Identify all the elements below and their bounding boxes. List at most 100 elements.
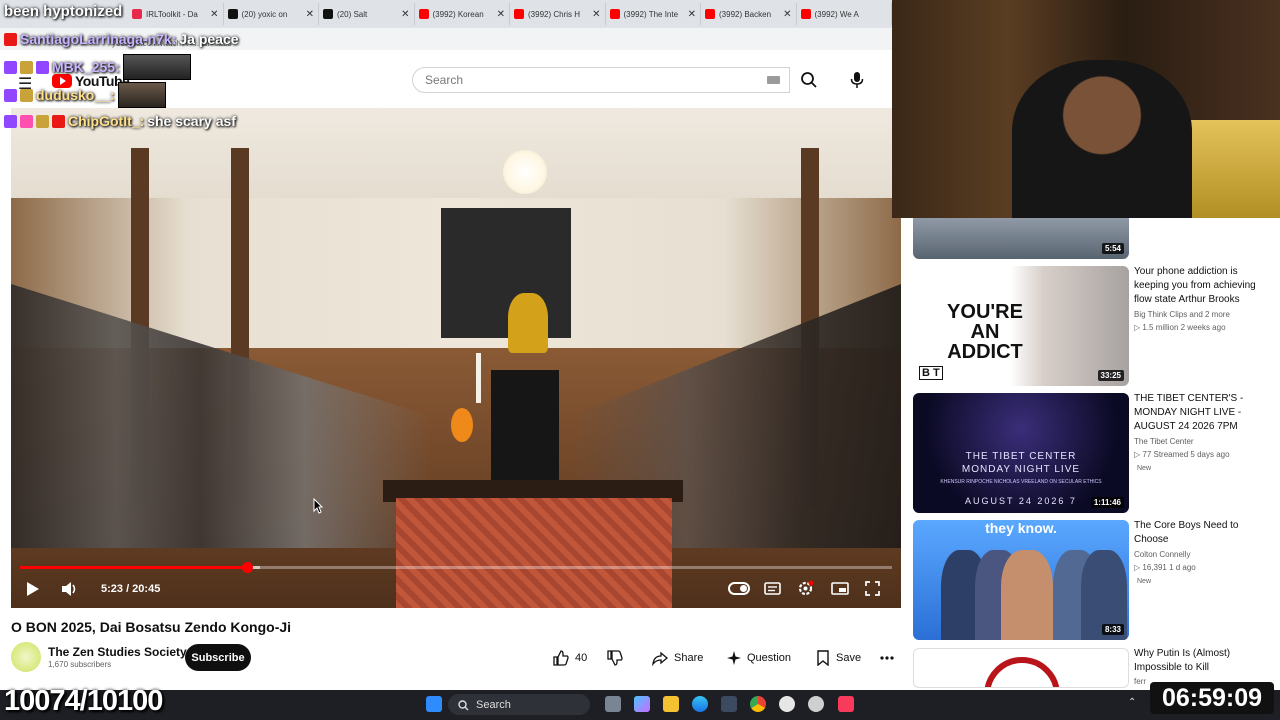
close-icon[interactable]: ✕: [783, 9, 791, 20]
close-icon[interactable]: ✕: [306, 9, 314, 20]
channel-avatar[interactable]: [11, 642, 41, 672]
recommendation-thumbnail[interactable]: they know. 8:33: [913, 520, 1129, 640]
stream-caption: been hyptonized: [4, 3, 123, 20]
thumbnail-text: MONDAY NIGHT LIVE: [961, 464, 1081, 475]
streamer-webcam: [892, 0, 1280, 218]
like-count: 40: [575, 652, 588, 664]
browser-tab[interactable]: (3992) We A: [797, 3, 892, 25]
recommendation-title[interactable]: Why Putin Is (Almost) Impossible to Kill: [1134, 647, 1270, 675]
play-button[interactable]: [26, 581, 40, 602]
thumbnail-text: THE TIBET CENTER: [965, 451, 1077, 462]
settings-button[interactable]: [797, 580, 814, 602]
fullscreen-button[interactable]: [865, 581, 880, 601]
twitch-badge-icon: [4, 60, 17, 74]
taskbar-search[interactable]: Search: [448, 694, 590, 715]
browser-tab[interactable]: (3992) Backen ✕: [701, 3, 797, 25]
thumbnail-text: YOU'RE AN ADDICT: [947, 301, 1023, 363]
search-button[interactable]: [800, 71, 818, 94]
new-badge: New: [1137, 578, 1152, 585]
recommendation-title[interactable]: Your phone addiction is keeping you from…: [1134, 265, 1270, 307]
chat-message: MBK_255:: [4, 54, 191, 80]
sparkle-icon: [727, 651, 741, 665]
close-icon[interactable]: ✕: [688, 9, 696, 20]
chevron-up-icon[interactable]: ⌃: [1128, 697, 1136, 708]
close-icon[interactable]: ✕: [497, 9, 505, 20]
recommendation-channel[interactable]: Colton Connelly: [1134, 550, 1190, 559]
x-icon: [227, 9, 238, 19]
recommendation-thumbnail[interactable]: [913, 648, 1129, 688]
windows-start-icon[interactable]: [426, 696, 442, 712]
keyboard-icon[interactable]: [767, 76, 780, 84]
chat-emote-image: [122, 54, 191, 80]
volume-button[interactable]: [61, 581, 79, 602]
thumbs-down-icon: [607, 650, 623, 666]
save-button[interactable]: Save: [816, 648, 861, 668]
browser-tab[interactable]: IRLToolkit - Da ✕: [128, 3, 224, 25]
bits-badge-icon: [36, 114, 49, 128]
subscribe-button[interactable]: Subscribe: [185, 644, 251, 671]
search-input[interactable]: Search: [412, 67, 790, 93]
video-frame-podium: [491, 370, 559, 485]
recommendation-channel[interactable]: The Tibet Center: [1134, 437, 1194, 446]
recommendation-thumbnail[interactable]: 5:54: [913, 218, 1129, 259]
microphone-icon: [850, 72, 864, 88]
share-label: Share: [674, 652, 704, 664]
more-actions-button[interactable]: [880, 648, 894, 668]
screen: IRLToolkit - Da ✕ (20) yoxic on ✕ (20) Sal…: [0, 0, 1280, 720]
chat-username: ChipGotIt_:: [68, 113, 145, 129]
subscriber-badge-icon: [20, 60, 33, 74]
video-player[interactable]: [11, 108, 901, 608]
gift-badge-icon: [52, 114, 65, 128]
voice-search-button[interactable]: [850, 71, 864, 94]
chat-text: Ja peace: [179, 31, 239, 47]
dislike-button[interactable]: [607, 648, 623, 668]
close-icon[interactable]: ✕: [401, 9, 409, 20]
recommendation-title[interactable]: The Core Boys Need to Choose: [1134, 519, 1270, 547]
save-label: Save: [836, 652, 862, 664]
music-app-icon[interactable]: [838, 696, 854, 712]
browser-tab[interactable]: (3992) The Inte ✕: [606, 3, 701, 25]
progress-played: [20, 566, 247, 569]
recommendation-channel[interactable]: Big Think Clips and 2 more: [1134, 310, 1230, 319]
recommendation-thumbnail[interactable]: YOU'RE AN ADDICT B T 33:25: [913, 266, 1129, 386]
share-button[interactable]: Share: [652, 648, 703, 668]
ask-question-button[interactable]: Question: [727, 648, 791, 668]
recommendation-thumbnail[interactable]: THE TIBET CENTER MONDAY NIGHT LIVE KHENS…: [913, 393, 1129, 513]
browser-tab[interactable]: (3992) Korean ✕: [415, 3, 510, 25]
video-frame-lamp: [503, 150, 547, 194]
miniplayer-button[interactable]: [831, 582, 849, 600]
youtube-badge-icon: [4, 32, 17, 46]
store-icon[interactable]: [721, 696, 737, 712]
app-icon[interactable]: [779, 696, 795, 712]
volume-icon: [62, 582, 76, 596]
recommendation-title[interactable]: THE TIBET CENTER'S - MONDAY NIGHT LIVE -…: [1134, 392, 1270, 434]
chrome-icon[interactable]: [750, 696, 766, 712]
captions-button[interactable]: [764, 582, 781, 600]
browser-tab[interactable]: (20) yoxic on ✕: [224, 3, 319, 25]
share-icon: [652, 651, 668, 666]
more-horizontal-icon: [880, 656, 894, 660]
browser-tab[interactable]: (3992) Chris H ✕: [510, 3, 606, 25]
autoplay-toggle[interactable]: [728, 582, 750, 595]
twitch-badge-icon: [36, 60, 49, 74]
video-frame-monk: [508, 293, 548, 353]
channel-name[interactable]: The Zen Studies Society: [48, 645, 187, 659]
chat-message: SantiagoLarrinaga-n7k: Ja peace: [4, 31, 239, 47]
progress-scrubber[interactable]: [241, 562, 253, 573]
thumbnail-text: they know.: [985, 520, 1057, 536]
like-button[interactable]: 40: [553, 648, 587, 668]
close-icon[interactable]: ✕: [592, 9, 600, 20]
video-frame-candle: [476, 353, 481, 403]
browser-tab[interactable]: (20) Salt ✕: [319, 3, 415, 25]
copilot-icon[interactable]: [634, 696, 650, 712]
video-duration: 1:11:46: [1090, 497, 1124, 508]
chat-username: dudusko__:: [36, 87, 115, 103]
close-icon[interactable]: ✕: [210, 9, 218, 20]
file-explorer-icon[interactable]: [663, 696, 679, 712]
task-view-icon[interactable]: [605, 696, 621, 712]
recommendation-channel[interactable]: ferr: [1134, 677, 1146, 686]
app-icon[interactable]: [808, 696, 824, 712]
edge-browser-icon[interactable]: [692, 696, 708, 712]
mouse-cursor-icon: [313, 497, 324, 519]
taskbar-search-label: Search: [476, 698, 511, 711]
